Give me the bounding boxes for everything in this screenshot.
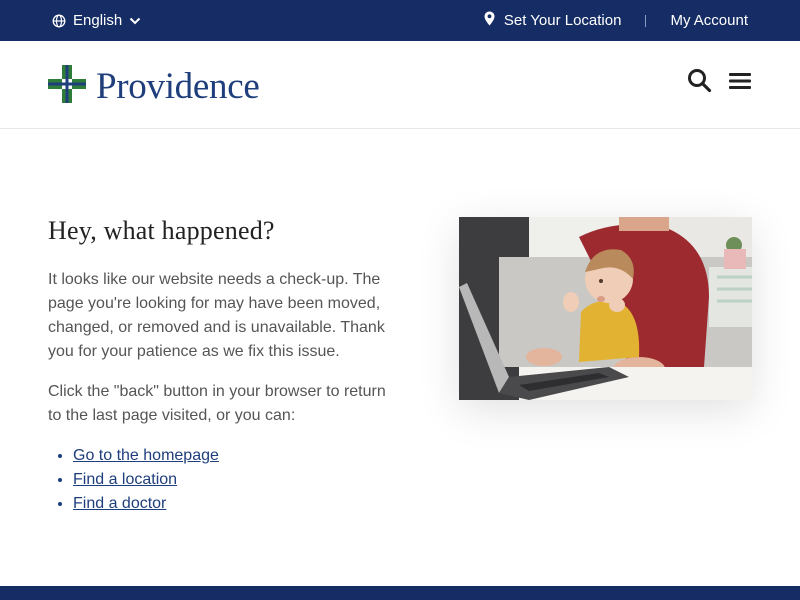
list-item: Find a doctor [73, 492, 398, 516]
language-selector[interactable]: English [52, 0, 141, 41]
set-location-label: Set Your Location [503, 12, 622, 29]
logo-text: Providence [96, 66, 260, 107]
my-account-link[interactable]: My Account [670, 12, 748, 29]
find-location-link[interactable]: Find a location [73, 471, 177, 488]
back-instructions: Click the "back" button in your browser … [48, 383, 386, 424]
providence-logo[interactable]: Providence [48, 65, 260, 108]
search-button[interactable] [686, 68, 712, 98]
menu-icon [729, 71, 751, 96]
helpful-links: Go to the homepage Find a location Find … [48, 444, 398, 516]
chevron-down-icon [129, 17, 141, 25]
error-content: Hey, what happened? It looks like our we… [48, 216, 398, 516]
search-icon [687, 68, 712, 98]
header-actions [686, 68, 753, 98]
utility-right: Set Your Location My Account [484, 0, 748, 41]
cross-logo-icon [48, 65, 86, 108]
site-header: Providence [0, 41, 800, 129]
globe-icon [52, 14, 66, 28]
list-item: Go to the homepage [73, 444, 398, 468]
language-label: English [73, 12, 123, 29]
hero-photo [459, 217, 752, 400]
utility-bar: English Set Your Location My Account [0, 0, 800, 41]
homepage-link[interactable]: Go to the homepage [73, 447, 219, 464]
set-location-link[interactable]: Set Your Location [484, 11, 622, 30]
map-pin-icon [484, 11, 495, 30]
page-title: Hey, what happened? [48, 216, 275, 245]
menu-button[interactable] [727, 70, 753, 96]
error-description: It looks like our website needs a check-… [48, 271, 385, 360]
footer-bar [0, 586, 800, 600]
find-doctor-link[interactable]: Find a doctor [73, 495, 166, 512]
separator [645, 14, 647, 27]
list-item: Find a location [73, 468, 398, 492]
